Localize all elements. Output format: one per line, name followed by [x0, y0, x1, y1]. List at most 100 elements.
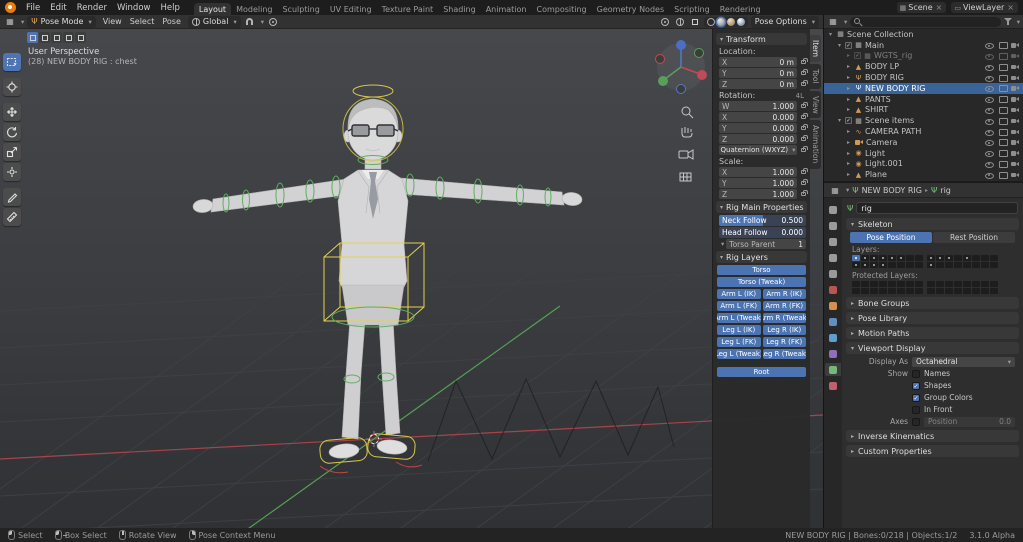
layer-cell[interactable]	[852, 262, 860, 268]
rendered-shading-icon[interactable]	[736, 17, 745, 26]
field-rotation-x[interactable]: X 0.000	[719, 112, 797, 122]
field-scale-y[interactable]: Y 1.000	[719, 178, 797, 188]
lock-icon[interactable]	[801, 135, 808, 141]
outliner-row-body-rig[interactable]: ▸ Ψ BODY RIG	[824, 72, 1023, 83]
layer-cell[interactable]	[945, 262, 953, 268]
expand-icon[interactable]: ▸	[845, 74, 852, 81]
lock-icon[interactable]	[801, 102, 808, 108]
render-disable-toggle-icon[interactable]	[1010, 94, 1020, 104]
viewport-disable-toggle-icon[interactable]	[997, 94, 1008, 104]
workspace-tab-modeling[interactable]: Modeling	[231, 3, 277, 15]
expand-icon[interactable]: ▸	[845, 106, 852, 113]
expand-icon[interactable]: ▸	[845, 128, 852, 135]
viewport-disable-toggle-icon[interactable]	[997, 170, 1008, 180]
layer-cell[interactable]	[972, 288, 980, 294]
rig-layer-arm-l-ik[interactable]: Arm L (IK)	[717, 289, 761, 299]
outliner-row-light-001[interactable]: ▸ ◉ Light.001	[824, 159, 1023, 170]
rig-layer-arm-l-fk[interactable]: Arm L (FK)	[717, 301, 761, 311]
render-disable-toggle-icon[interactable]	[1010, 73, 1020, 83]
outliner-row-scene-items[interactable]: ▾ ✓ ▦ Scene items	[824, 115, 1023, 126]
layer-cell[interactable]	[915, 255, 923, 261]
layer-cell[interactable]	[972, 255, 980, 261]
layer-cell[interactable]	[927, 281, 935, 287]
show-gizmo-icon[interactable]	[659, 16, 671, 27]
outliner-row-camera[interactable]: ▸ Camera	[824, 137, 1023, 148]
layer-cell[interactable]	[981, 288, 989, 294]
collection-checkbox[interactable]: ✓	[845, 117, 852, 125]
hide-toggle-icon[interactable]	[984, 148, 994, 158]
display-as-dropdown[interactable]: Octahedral ▾	[912, 356, 1015, 367]
hide-toggle-icon[interactable]	[984, 116, 994, 126]
properties-tab-object-data[interactable]	[825, 363, 841, 376]
viewport-disable-toggle-icon[interactable]	[997, 116, 1008, 126]
rig-main-panel-header[interactable]: ▾ Rig Main Properties	[716, 201, 807, 213]
render-disable-toggle-icon[interactable]	[1010, 83, 1020, 93]
layer-cell[interactable]	[954, 262, 962, 268]
layer-cell[interactable]	[879, 281, 887, 287]
collection-checkbox[interactable]: ✓	[845, 41, 852, 49]
select-mode-new[interactable]	[27, 32, 38, 43]
material-shading-icon[interactable]	[726, 17, 735, 26]
layer-cell[interactable]	[963, 262, 971, 268]
hide-toggle-icon[interactable]	[984, 159, 994, 169]
tool-cursor[interactable]	[3, 78, 21, 96]
outliner-row-wgts-rig[interactable]: ▸ ✓ ▦ WGTS_rig	[824, 51, 1023, 62]
rig-layer-arm-r-fk[interactable]: Arm R (FK)	[762, 301, 806, 311]
layer-cell[interactable]	[870, 262, 878, 268]
in-front-checkbox[interactable]	[912, 405, 920, 414]
layer-cell[interactable]	[861, 288, 869, 294]
render-disable-toggle-icon[interactable]	[1010, 62, 1020, 72]
hide-toggle-icon[interactable]	[984, 94, 994, 104]
armature-name-field[interactable]: rig	[856, 202, 1018, 214]
lock-icon[interactable]	[801, 146, 808, 152]
gizmo-y-axis[interactable]	[658, 76, 668, 86]
properties-tab-object[interactable]	[825, 299, 841, 312]
outliner-row-main[interactable]: ▾ ✓ ▦ Main	[824, 40, 1023, 51]
hide-toggle-icon[interactable]	[984, 51, 994, 61]
tool-transform[interactable]	[3, 163, 21, 181]
rig-layer-arm-l-tweak[interactable]: Arm L (Tweak)	[717, 313, 761, 323]
expand-icon[interactable]: ▸	[845, 171, 852, 178]
outliner-row-camera-path[interactable]: ▸ ∿ CAMERA PATH	[824, 126, 1023, 137]
rig-layers-panel-header[interactable]: ▾ Rig Layers	[716, 251, 807, 263]
layer-cell[interactable]	[927, 288, 935, 294]
layer-cell[interactable]	[879, 255, 887, 261]
layer-cell[interactable]	[879, 262, 887, 268]
proportional-edit-icon[interactable]	[267, 16, 279, 27]
select-mode-invert[interactable]	[63, 32, 74, 43]
layer-cell[interactable]	[963, 255, 971, 261]
hide-toggle-icon[interactable]	[984, 105, 994, 115]
layer-cell[interactable]	[927, 255, 935, 261]
layer-cell[interactable]	[981, 262, 989, 268]
render-disable-toggle-icon[interactable]	[1010, 137, 1020, 147]
axes-checkbox[interactable]	[912, 417, 920, 426]
group-colors-checkbox[interactable]: ✓	[912, 393, 920, 402]
neck-follow-slider[interactable]: Neck Follow 0.500	[719, 215, 806, 226]
filter-icon[interactable]	[1003, 17, 1012, 26]
viewport-disable-toggle-icon[interactable]	[997, 83, 1008, 93]
layer-cell[interactable]	[852, 281, 860, 287]
layer-cell[interactable]	[945, 281, 953, 287]
layer-cell[interactable]	[936, 281, 944, 287]
field-rotation-z[interactable]: Z 0.000	[719, 134, 797, 144]
expand-icon[interactable]: ▸	[845, 160, 852, 167]
layer-cell[interactable]	[945, 288, 953, 294]
viewport-display-section-header[interactable]: ▾ Viewport Display	[846, 342, 1019, 354]
layer-cell[interactable]	[936, 262, 944, 268]
rotation-mode-dropdown[interactable]: Quaternion (WXYZ) ▾	[719, 145, 797, 155]
layer-cell[interactable]	[852, 288, 860, 294]
layer-cell[interactable]	[963, 281, 971, 287]
hide-toggle-icon[interactable]	[984, 170, 994, 180]
lock-icon[interactable]	[801, 58, 808, 64]
hips[interactable]	[341, 284, 405, 326]
layer-cell[interactable]	[906, 288, 914, 294]
select-mode-intersect[interactable]	[75, 32, 86, 43]
viewport-menu-select[interactable]: Select	[126, 17, 159, 26]
hide-toggle-icon[interactable]	[984, 127, 994, 137]
names-checkbox[interactable]	[912, 369, 920, 378]
viewport-menu-pose[interactable]: Pose	[158, 17, 185, 26]
tool-annotate[interactable]	[3, 188, 21, 206]
layer-cell[interactable]	[927, 262, 935, 268]
layer-cell[interactable]	[990, 281, 998, 287]
expand-icon[interactable]: ▸	[845, 139, 852, 146]
